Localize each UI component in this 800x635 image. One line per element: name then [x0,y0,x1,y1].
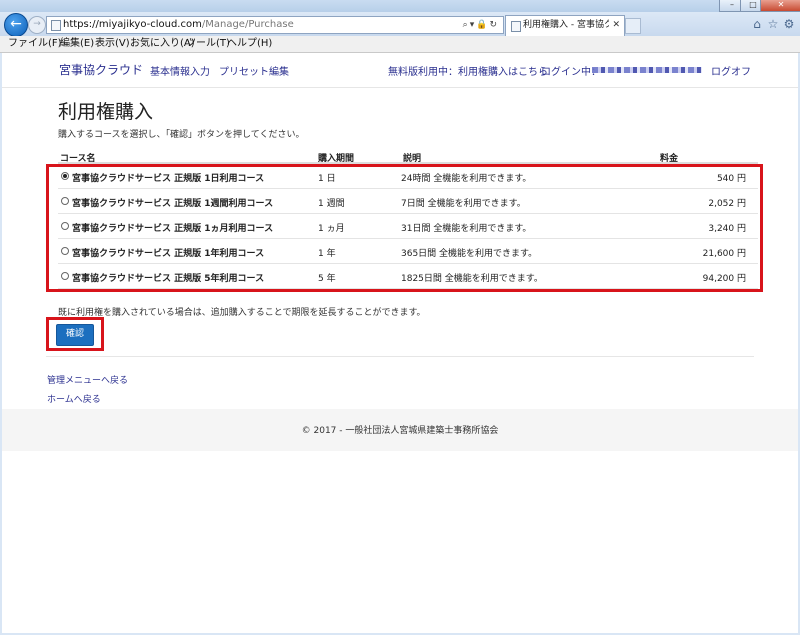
page-content: 宮事協クラウド 基本情報入力 プリセット編集 無料版利用中：利用権購入はこちら … [2,53,798,633]
back-button[interactable]: ← [4,13,28,37]
address-bar[interactable]: https://miyajikyo-cloud.com/Manage/Purch… [46,16,504,34]
login-username-redacted [592,67,702,73]
menu-bar: ファイル(F) 編集(E) 表示(V) お気に入り(A) ツール(T) ヘルプ(… [0,36,800,53]
tab-title: 利用権購入 - 宮事協クラウ... [523,20,609,30]
forward-button[interactable]: → [28,16,46,34]
page-icon [51,20,61,31]
close-tab-icon[interactable]: ✕ [612,19,620,32]
site-brand[interactable]: 宮事協クラウド [59,61,143,78]
browser-toolbar: ← → https://miyajikyo-cloud.com/Manage/P… [0,12,800,37]
nav-basic-info[interactable]: 基本情報入力 [150,63,210,78]
back-to-home-link[interactable]: ホームへ戻る [47,392,101,405]
address-url: https://miyajikyo-cloud.com/Manage/Purch… [63,18,294,32]
settings-gear-icon[interactable]: ⚙ [782,17,796,31]
menu-file[interactable]: ファイル(F) [8,38,62,50]
url-host: https://miyajikyo-cloud.com [63,19,202,30]
confirm-button[interactable]: 確認 [56,324,94,346]
window-titlebar: – □ ✕ [0,0,800,12]
close-window-button[interactable]: ✕ [760,0,800,12]
back-arrow-icon: ← [10,16,22,32]
browser-tab[interactable]: 利用権購入 - 宮事協クラウ... ✕ [505,15,625,36]
address-icons: ⌕▾🔒↻ [463,18,499,32]
new-tab-button[interactable] [625,18,641,34]
page-title: 利用権購入 [58,101,154,123]
highlight-course-table [46,164,763,292]
trial-purchase-link[interactable]: 無料版利用中：利用権購入はこちら [388,63,548,78]
menu-view[interactable]: 表示(V) [95,38,130,50]
favorites-star-icon[interactable]: ☆ [766,17,780,31]
nav-preset-edit[interactable]: プリセット編集 [219,63,289,78]
menu-tools[interactable]: ツール(T) [186,38,230,50]
forward-arrow-icon: → [33,19,41,29]
page-footer: © 2017 - 一般社団法人宮城県建築士事務所協会 [2,409,798,451]
header-divider [2,87,798,88]
instruction-text: 購入するコースを選択し、「確認」ボタンを押してください。 [58,130,305,140]
menu-help[interactable]: ヘルプ(H) [227,38,272,50]
search-icon[interactable]: ⌕ [463,20,470,30]
section-divider [46,356,754,357]
back-to-admin-menu-link[interactable]: 管理メニューへ戻る [47,373,128,386]
copyright-text: © 2017 - 一般社団法人宮城県建築士事務所協会 [301,426,499,436]
browser-window: – □ ✕ ← → https://miyajikyo-cloud.com/Ma… [0,0,800,635]
lock-icon[interactable]: 🔒 [476,20,489,30]
url-path: /Manage/Purchase [201,19,294,30]
logout-link[interactable]: ログオフ [711,63,751,78]
refresh-icon[interactable]: ↻ [489,20,499,30]
home-icon[interactable]: ⌂ [750,17,764,31]
extension-note: 既に利用権を購入されている場合は、追加購入することで期限を延長することができます… [58,308,426,318]
tab-page-icon [511,21,521,32]
menu-favorites[interactable]: お気に入り(A) [130,38,195,50]
menu-edit[interactable]: 編集(E) [60,38,94,50]
